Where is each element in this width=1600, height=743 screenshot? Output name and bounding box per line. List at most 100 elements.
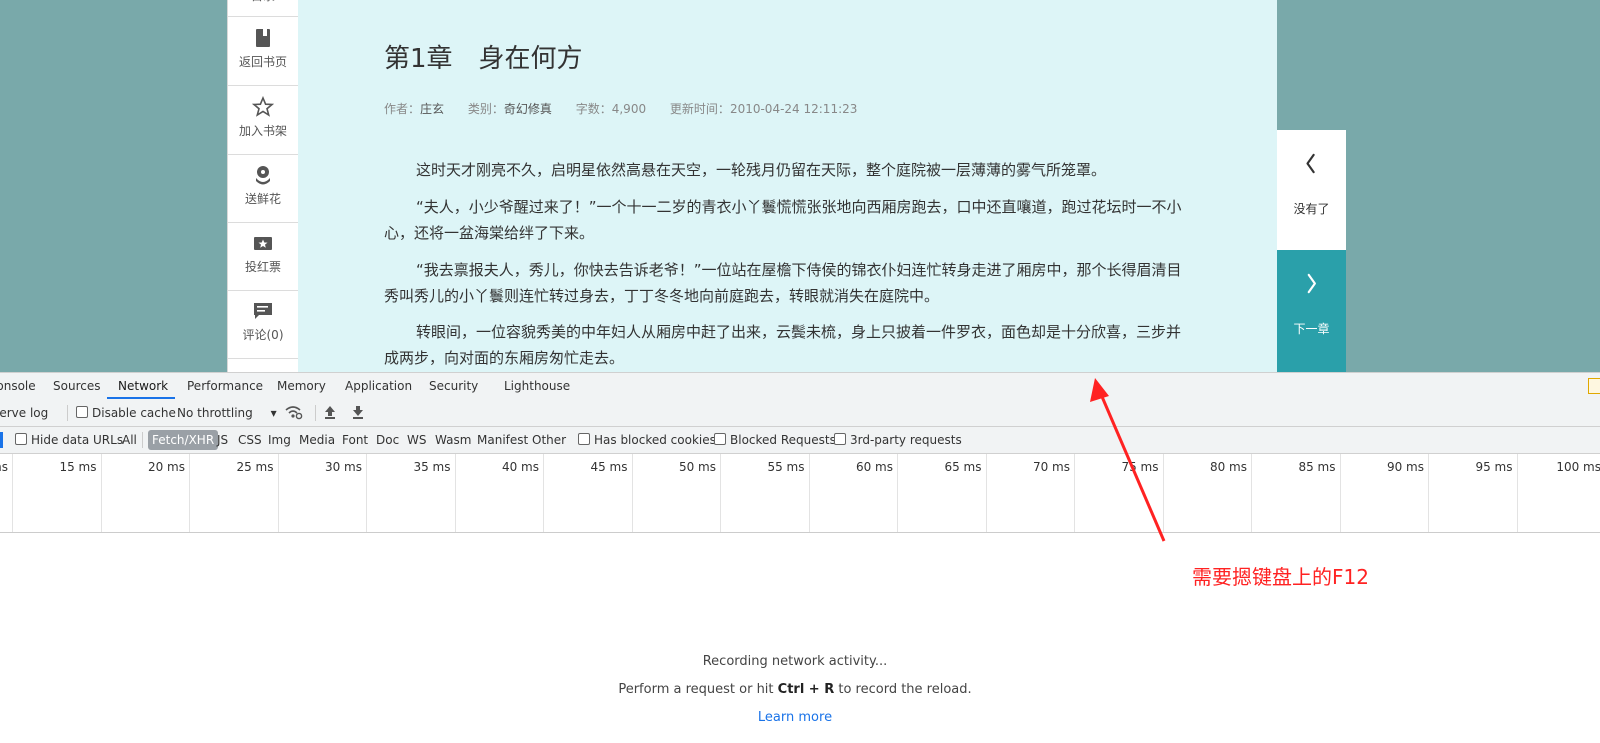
- timeline-tick-label: 35 ms: [413, 460, 451, 474]
- timeline-gridline: [1428, 454, 1429, 532]
- reload-hint: Perform a request or hit Ctrl + R to rec…: [618, 682, 972, 697]
- timeline-gridline: [1516, 454, 1518, 532]
- sidebar-item-toc[interactable]: 目录: [228, 0, 298, 17]
- timeline-gridline: [12, 454, 13, 532]
- tab-memory[interactable]: Memory: [277, 379, 326, 393]
- preserve-log-checkbox[interactable]: Preserve log: [0, 406, 48, 420]
- sidebar-item-back-to-book[interactable]: 返回书页: [228, 17, 298, 86]
- network-conditions-icon[interactable]: [285, 404, 303, 423]
- timeline-tick-label: 40 ms: [501, 460, 539, 474]
- sidebar-item-label: 目录: [251, 0, 275, 3]
- import-har-icon[interactable]: [324, 404, 336, 423]
- timeline-tick-label: 50 ms: [678, 460, 716, 474]
- timeline-tick-label: 45 ms: [590, 460, 628, 474]
- disable-cache-checkbox[interactable]: Disable cache: [76, 406, 176, 420]
- tab-security[interactable]: Security: [429, 379, 478, 393]
- timeline-gridline: [1251, 454, 1252, 532]
- sidebar-item-vote[interactable]: 投红票: [228, 222, 298, 291]
- paragraph: 转眼间，一位容貌秀美的中年妇人从厢房中赶了出来，云鬓未梳，身上只披着一件罗衣，面…: [384, 323, 1182, 367]
- paragraph: “夫人，小少爷醒过来了！”一个十一二岁的青衣小丫鬟慌慌张张地向西厢房跑去，口中还…: [384, 198, 1182, 242]
- sidebar-item-comments[interactable]: 评论(0): [228, 290, 298, 359]
- author-label: 作者：: [384, 102, 421, 116]
- warning-icon[interactable]: [1588, 378, 1600, 394]
- wordcount-label: 字数：: [575, 102, 612, 116]
- timeline-tick-label: 100 ms: [1556, 460, 1600, 474]
- filter-css[interactable]: CSS: [238, 433, 262, 447]
- paragraph: “我去禀报夫人，秀儿，你快去告诉老爷！”一位站在屋檐下侍侯的锦衣仆妇连忙转身走进…: [384, 261, 1182, 305]
- blocked-requests-checkbox[interactable]: Blocked Requests: [714, 433, 836, 447]
- chevron-down-icon: ▾: [270, 406, 277, 420]
- timeline-gridline: [189, 454, 190, 532]
- sidebar-item-label: 评论(0): [242, 328, 284, 342]
- next-chapter-button[interactable]: 下一章: [1277, 250, 1346, 372]
- throttling-select[interactable]: No throttling ▾: [177, 406, 277, 420]
- tab-lighthouse[interactable]: Lighthouse: [504, 379, 570, 393]
- filter-all[interactable]: All: [122, 433, 137, 447]
- timeline-gridline: [543, 454, 544, 532]
- network-timeline-overview[interactable]: 10 ms 15 ms 20 ms 25 ms 30 ms 35 ms 40 ms 45 ms…: [0, 454, 1600, 533]
- filter-wasm[interactable]: Wasm: [435, 433, 471, 447]
- updated-label: 更新时间：: [669, 102, 730, 116]
- sidebar-item-add-shelf[interactable]: 加入书架: [228, 86, 298, 155]
- filter-img[interactable]: Img: [268, 433, 291, 447]
- filter-other[interactable]: Other: [532, 433, 566, 447]
- tab-application[interactable]: Application: [345, 379, 412, 393]
- export-har-icon[interactable]: [352, 404, 364, 423]
- annotation-text: 需要摁键盘上的F12: [1192, 565, 1369, 589]
- filter-media[interactable]: Media: [299, 433, 335, 447]
- tab-performance[interactable]: Performance: [187, 379, 263, 393]
- sidebar-item-send-flower[interactable]: 送鲜花: [228, 154, 298, 223]
- filter-ws[interactable]: WS: [407, 433, 426, 447]
- timeline-gridline: [808, 454, 810, 532]
- recording-message: Recording network activity...: [702, 654, 888, 669]
- book-icon: [256, 29, 270, 47]
- filter-font[interactable]: Font: [342, 433, 368, 447]
- has-blocked-cookies-checkbox[interactable]: Has blocked cookies: [578, 433, 716, 447]
- chevron-right-icon: [1307, 273, 1316, 294]
- sidebar-item-label: 投红票: [244, 260, 281, 274]
- filter-manifest[interactable]: Manifest: [477, 433, 528, 447]
- tab-network[interactable]: Network: [118, 379, 168, 393]
- chapter-meta: 作者：庄玄 类别：奇幻修真 字数：4,900 更新时间：2010-04-24 1…: [384, 100, 877, 117]
- tab-console[interactable]: Console: [0, 379, 36, 393]
- comment-icon: [254, 303, 272, 319]
- chapter-title: 第1章 身在何方: [384, 44, 583, 74]
- timeline-tick-label: 15 ms: [59, 460, 97, 474]
- timeline-gridline: [100, 454, 102, 532]
- timeline-tick-label: 55 ms: [767, 460, 805, 474]
- active-tab-indicator: [107, 397, 175, 399]
- timeline-tick-label: 70 ms: [1032, 460, 1070, 474]
- author-link[interactable]: 庄玄: [420, 102, 444, 116]
- timeline-tick-label: 65 ms: [944, 460, 982, 474]
- star-icon: [252, 96, 274, 117]
- filter-doc[interactable]: Doc: [376, 433, 399, 447]
- timeline-tick-label: 75 ms: [1121, 460, 1159, 474]
- third-party-requests-checkbox[interactable]: 3rd-party requests: [834, 433, 962, 447]
- sidebar-item-label: 送鲜花: [244, 192, 281, 206]
- timeline-gridline: [366, 454, 367, 532]
- learn-more-link[interactable]: Learn more: [758, 710, 832, 725]
- chapter-content: 第1章 身在何方 作者：庄玄 类别：奇幻修真 字数：4,900 更新时间：201…: [298, 0, 1277, 372]
- timeline-gridline: [454, 454, 456, 532]
- hide-data-urls-checkbox[interactable]: Hide data URLs: [15, 433, 123, 447]
- devtools-panel: Console Sources Network Performance Memo…: [0, 372, 1600, 743]
- category-label: 类别：: [467, 102, 504, 116]
- timeline-gridline: [1162, 454, 1164, 532]
- filter-js[interactable]: JS: [217, 433, 228, 447]
- flower-icon: [256, 166, 270, 185]
- timeline-tick-label: 95 ms: [1475, 460, 1513, 474]
- ticket-icon: [254, 237, 272, 250]
- prev-chapter-button[interactable]: 没有了: [1277, 130, 1346, 250]
- updated-value: 2010-04-24 12:11:23: [729, 102, 858, 116]
- category-link[interactable]: 奇幻修真: [504, 102, 552, 116]
- network-empty-state: Recording network activity... Perform a …: [0, 654, 1590, 738]
- chapter-nav: 没有了 下一章: [1277, 130, 1346, 372]
- timeline-tick-label: 90 ms: [1386, 460, 1424, 474]
- wordcount-value: 4,900: [611, 102, 647, 116]
- timeline-gridline: [897, 454, 898, 532]
- timeline-gridline: [720, 454, 721, 532]
- filter-fetch-xhr[interactable]: Fetch/XHR: [148, 430, 219, 450]
- timeline-gridline: [1074, 454, 1075, 532]
- timeline-tick-label: 60 ms: [855, 460, 893, 474]
- tab-sources[interactable]: Sources: [53, 379, 100, 393]
